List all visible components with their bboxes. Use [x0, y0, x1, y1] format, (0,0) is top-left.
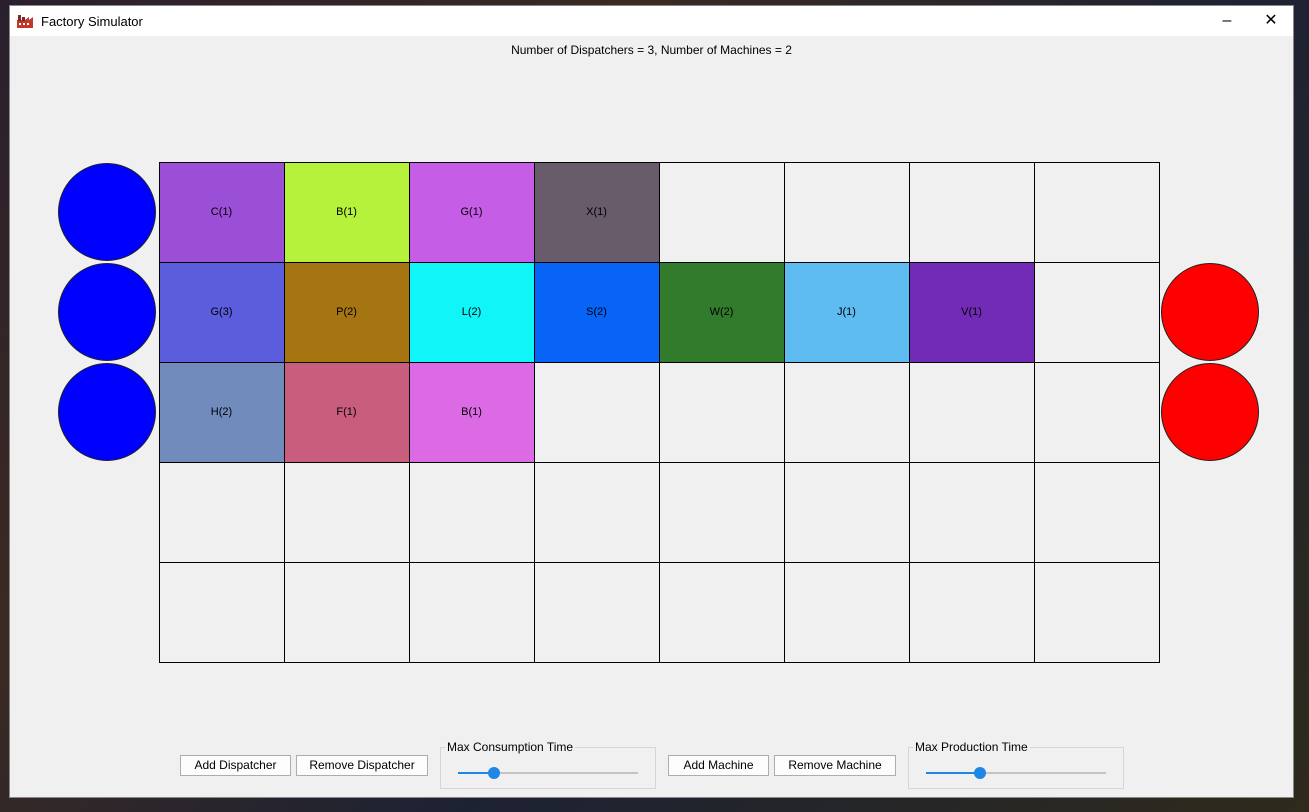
- max-production-title: Max Production Time: [913, 740, 1030, 754]
- product-cell: S(2): [534, 262, 659, 362]
- product-cell: G(3): [159, 262, 284, 362]
- grid-line-vertical: [909, 162, 910, 663]
- product-cell: H(2): [159, 362, 284, 462]
- grid-line-horizontal: [159, 562, 1160, 563]
- max-production-group: Max Production Time: [908, 740, 1124, 789]
- dispatcher-circle: [58, 163, 156, 261]
- product-cell: V(1): [909, 262, 1034, 362]
- close-button[interactable]: ✕: [1249, 6, 1293, 36]
- factory-grid: C(1) B(1) G(1) X(1) G(3) P(2) L(2) S(2) W(2) J(1)…: [159, 162, 1160, 663]
- product-cell: L(2): [409, 262, 534, 362]
- grid-line-vertical: [1034, 162, 1035, 663]
- grid-line-vertical: [534, 162, 535, 663]
- grid-line-vertical: [784, 162, 785, 663]
- minimize-icon: –: [1222, 12, 1232, 29]
- product-cell: C(1): [159, 162, 284, 262]
- grid-line-horizontal: [159, 362, 1160, 363]
- product-cell: B(1): [284, 162, 409, 262]
- app-window: Factory Simulator – ✕ Number of Dispatch…: [10, 6, 1293, 797]
- add-machine-button[interactable]: Add Machine: [668, 755, 769, 776]
- dispatcher-circle: [58, 263, 156, 361]
- max-production-slider-fill: [926, 772, 980, 774]
- grid-line-vertical: [409, 162, 410, 663]
- grid-line-vertical: [284, 162, 285, 663]
- max-consumption-group: Max Consumption Time: [440, 740, 656, 789]
- product-cell: J(1): [784, 262, 909, 362]
- grid-line-horizontal: [159, 662, 1160, 663]
- dispatcher-circle: [58, 363, 156, 461]
- machine-circle: [1161, 263, 1259, 361]
- factory-icon: [17, 15, 33, 28]
- product-cell: G(1): [409, 162, 534, 262]
- max-production-slider-thumb[interactable]: [974, 767, 986, 779]
- remove-dispatcher-button[interactable]: Remove Dispatcher: [296, 755, 428, 776]
- max-production-slider[interactable]: [926, 767, 1106, 779]
- grid-line-horizontal: [159, 162, 1160, 163]
- minimize-button[interactable]: –: [1205, 6, 1249, 36]
- product-cell: B(1): [409, 362, 534, 462]
- remove-machine-button[interactable]: Remove Machine: [774, 755, 896, 776]
- status-label: Number of Dispatchers = 3, Number of Mac…: [511, 43, 792, 57]
- max-consumption-title: Max Consumption Time: [445, 740, 576, 754]
- add-dispatcher-button[interactable]: Add Dispatcher: [180, 755, 291, 776]
- title-bar[interactable]: Factory Simulator – ✕: [10, 6, 1293, 36]
- window-title: Factory Simulator: [41, 14, 143, 29]
- product-cell: F(1): [284, 362, 409, 462]
- close-icon: ✕: [1264, 12, 1278, 29]
- product-cell: P(2): [284, 262, 409, 362]
- grid-line-vertical: [1159, 162, 1160, 663]
- grid-line-horizontal: [159, 262, 1160, 263]
- max-consumption-slider[interactable]: [458, 767, 638, 779]
- grid-line-vertical: [159, 162, 160, 663]
- grid-line-vertical: [659, 162, 660, 663]
- product-cell: X(1): [534, 162, 659, 262]
- grid-line-horizontal: [159, 462, 1160, 463]
- product-cell: W(2): [659, 262, 784, 362]
- machine-circle: [1161, 363, 1259, 461]
- max-consumption-slider-thumb[interactable]: [488, 767, 500, 779]
